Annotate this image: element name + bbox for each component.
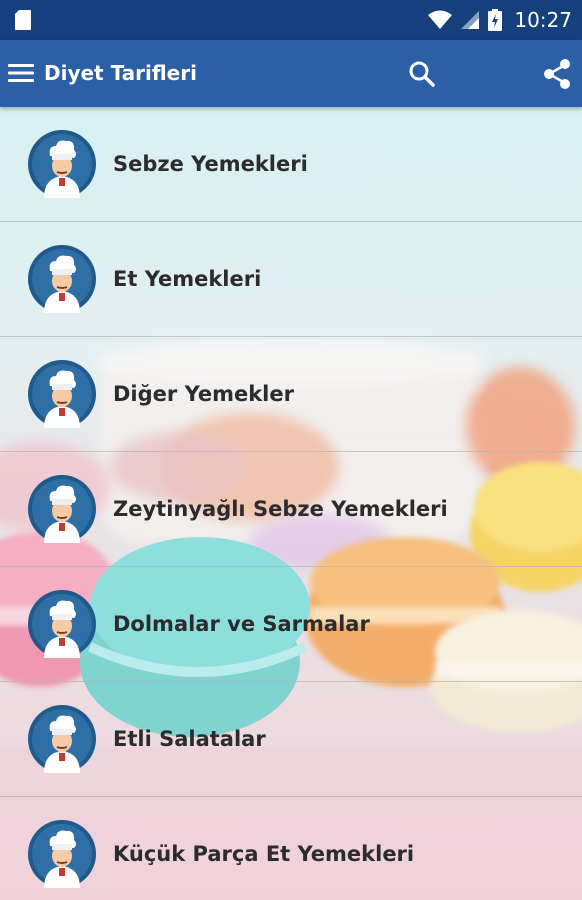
signal-icon [461, 11, 480, 29]
chef-avatar-icon [28, 245, 96, 313]
app-title: Diyet Tarifleri [44, 61, 197, 85]
list-item[interactable]: Etli Salatalar [0, 682, 582, 797]
list-item[interactable]: Sebze Yemekleri [0, 107, 582, 222]
chef-avatar-icon [28, 475, 96, 543]
chef-avatar-icon [28, 590, 96, 658]
share-icon[interactable] [542, 58, 572, 90]
hamburger-menu-icon[interactable] [8, 61, 36, 85]
list-item[interactable]: Küçük Parça Et Yemekleri [0, 797, 582, 900]
list-item[interactable]: Zeytinyağlı Sebze Yemekleri [0, 452, 582, 567]
list-item[interactable]: Dolmalar ve Sarmalar [0, 567, 582, 682]
list-item[interactable]: Diğer Yemekler [0, 337, 582, 452]
list-item-label: Etli Salatalar [113, 727, 266, 751]
list-item-label: Zeytinyağlı Sebze Yemekleri [113, 497, 448, 521]
sd-card-icon [15, 10, 31, 30]
list-item-label: Dolmalar ve Sarmalar [113, 612, 370, 636]
chef-avatar-icon [28, 360, 96, 428]
chef-avatar-icon [28, 705, 96, 773]
chef-avatar-icon [28, 820, 96, 888]
category-list: Sebze Yemekleri Et Yemekleri Diğer Yemek… [0, 107, 582, 900]
list-item-label: Et Yemekleri [113, 267, 262, 291]
status-icons: 10:27 [428, 0, 572, 40]
list-item[interactable]: Et Yemekleri [0, 222, 582, 337]
list-item-label: Küçük Parça Et Yemekleri [113, 842, 415, 866]
battery-icon [488, 9, 503, 31]
chef-avatar-icon [28, 130, 96, 198]
app-bar: Diyet Tarifleri [0, 40, 582, 107]
list-item-label: Diğer Yemekler [113, 382, 294, 406]
wifi-icon [428, 10, 453, 29]
status-time: 10:27 [514, 8, 572, 32]
list-item-label: Sebze Yemekleri [113, 152, 308, 176]
status-bar: 10:27 [0, 0, 582, 40]
search-icon[interactable] [408, 60, 436, 88]
